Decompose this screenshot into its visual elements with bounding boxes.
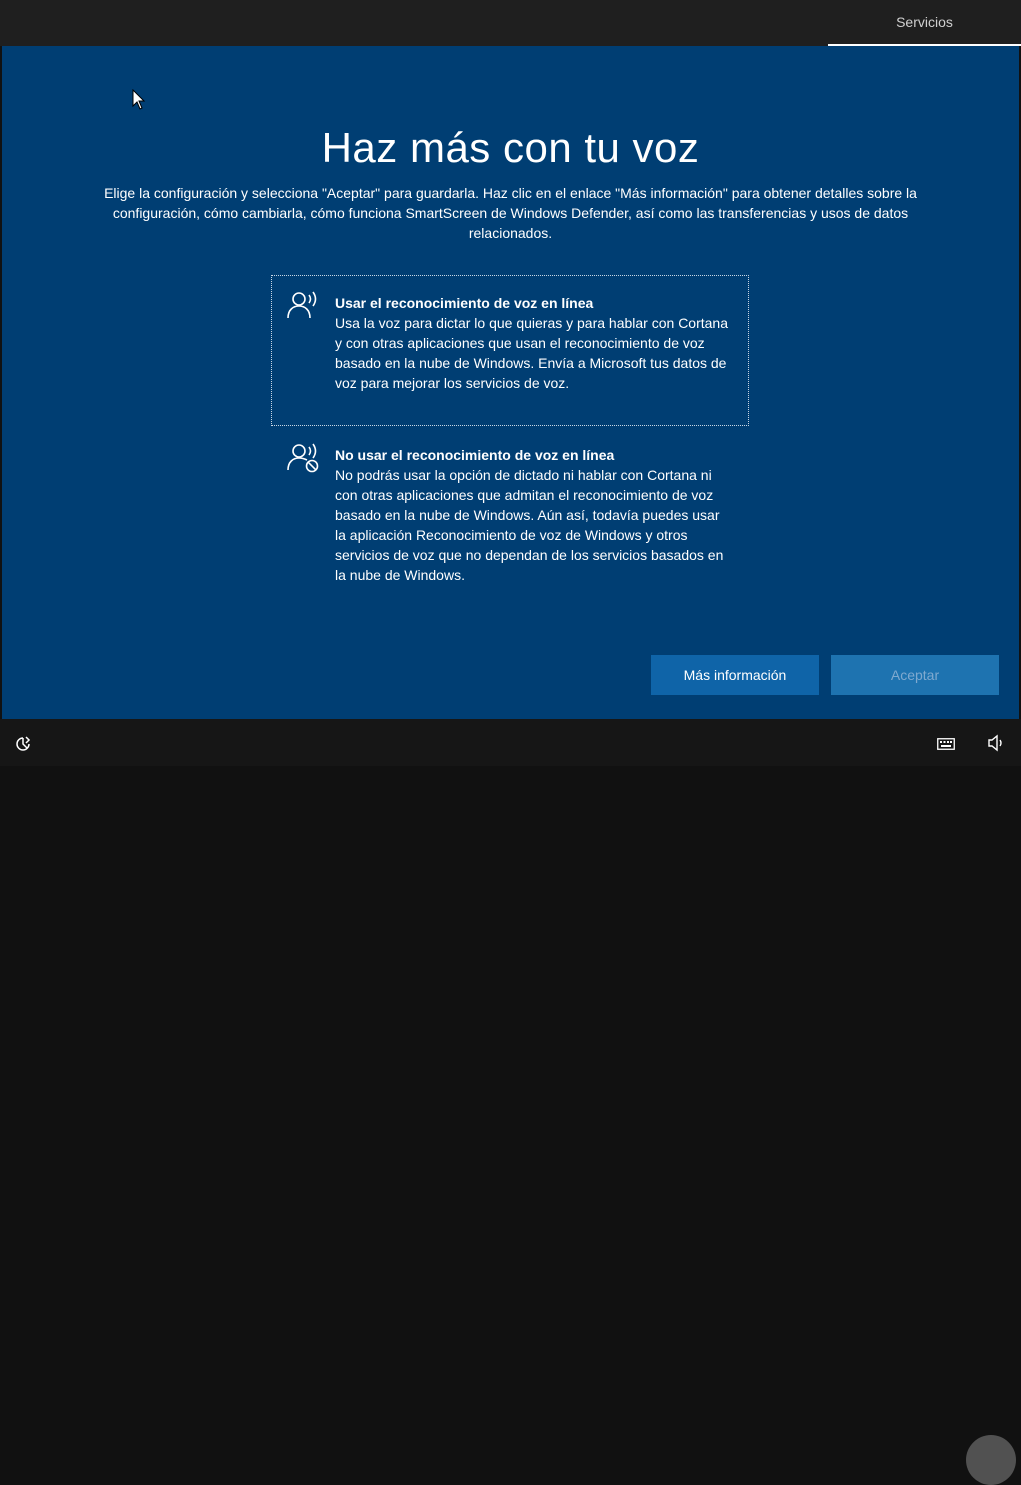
- page-title: Haz más con tu voz: [321, 124, 700, 171]
- mouse-pointer-icon: [132, 89, 146, 110]
- tab-servicios[interactable]: Servicios: [828, 0, 1021, 46]
- option-description: No podrás usar la opción de dictado ni h…: [335, 467, 724, 583]
- option-description: Usa la voz para dictar lo que quieras y …: [335, 315, 728, 391]
- accept-button[interactable]: Aceptar: [831, 655, 999, 695]
- bottom-bar: [0, 719, 1021, 1485]
- speech-person-blocked-icon: [287, 443, 319, 473]
- option-title: No usar el reconocimiento de voz en líne…: [335, 447, 615, 463]
- volume-icon[interactable]: [987, 734, 1005, 752]
- watermark-logo: [966, 1435, 1016, 1485]
- keyboard-icon[interactable]: [937, 738, 955, 750]
- more-info-button[interactable]: Más información: [651, 655, 819, 695]
- option-use-online-speech[interactable]: Usar el reconocimiento de voz en línea U…: [271, 275, 749, 426]
- page-description: Elige la configuración y selecciona "Ace…: [104, 185, 917, 241]
- option-title: Usar el reconocimiento de voz en línea: [335, 295, 594, 311]
- accessibility-icon[interactable]: [14, 735, 32, 753]
- option-no-online-speech[interactable]: No usar el reconocimiento de voz en líne…: [271, 427, 749, 587]
- main-panel: Haz más con tu voz Elige la configuració…: [2, 46, 1019, 719]
- top-bar: Servicios: [0, 0, 1021, 46]
- speech-person-icon: [287, 291, 317, 319]
